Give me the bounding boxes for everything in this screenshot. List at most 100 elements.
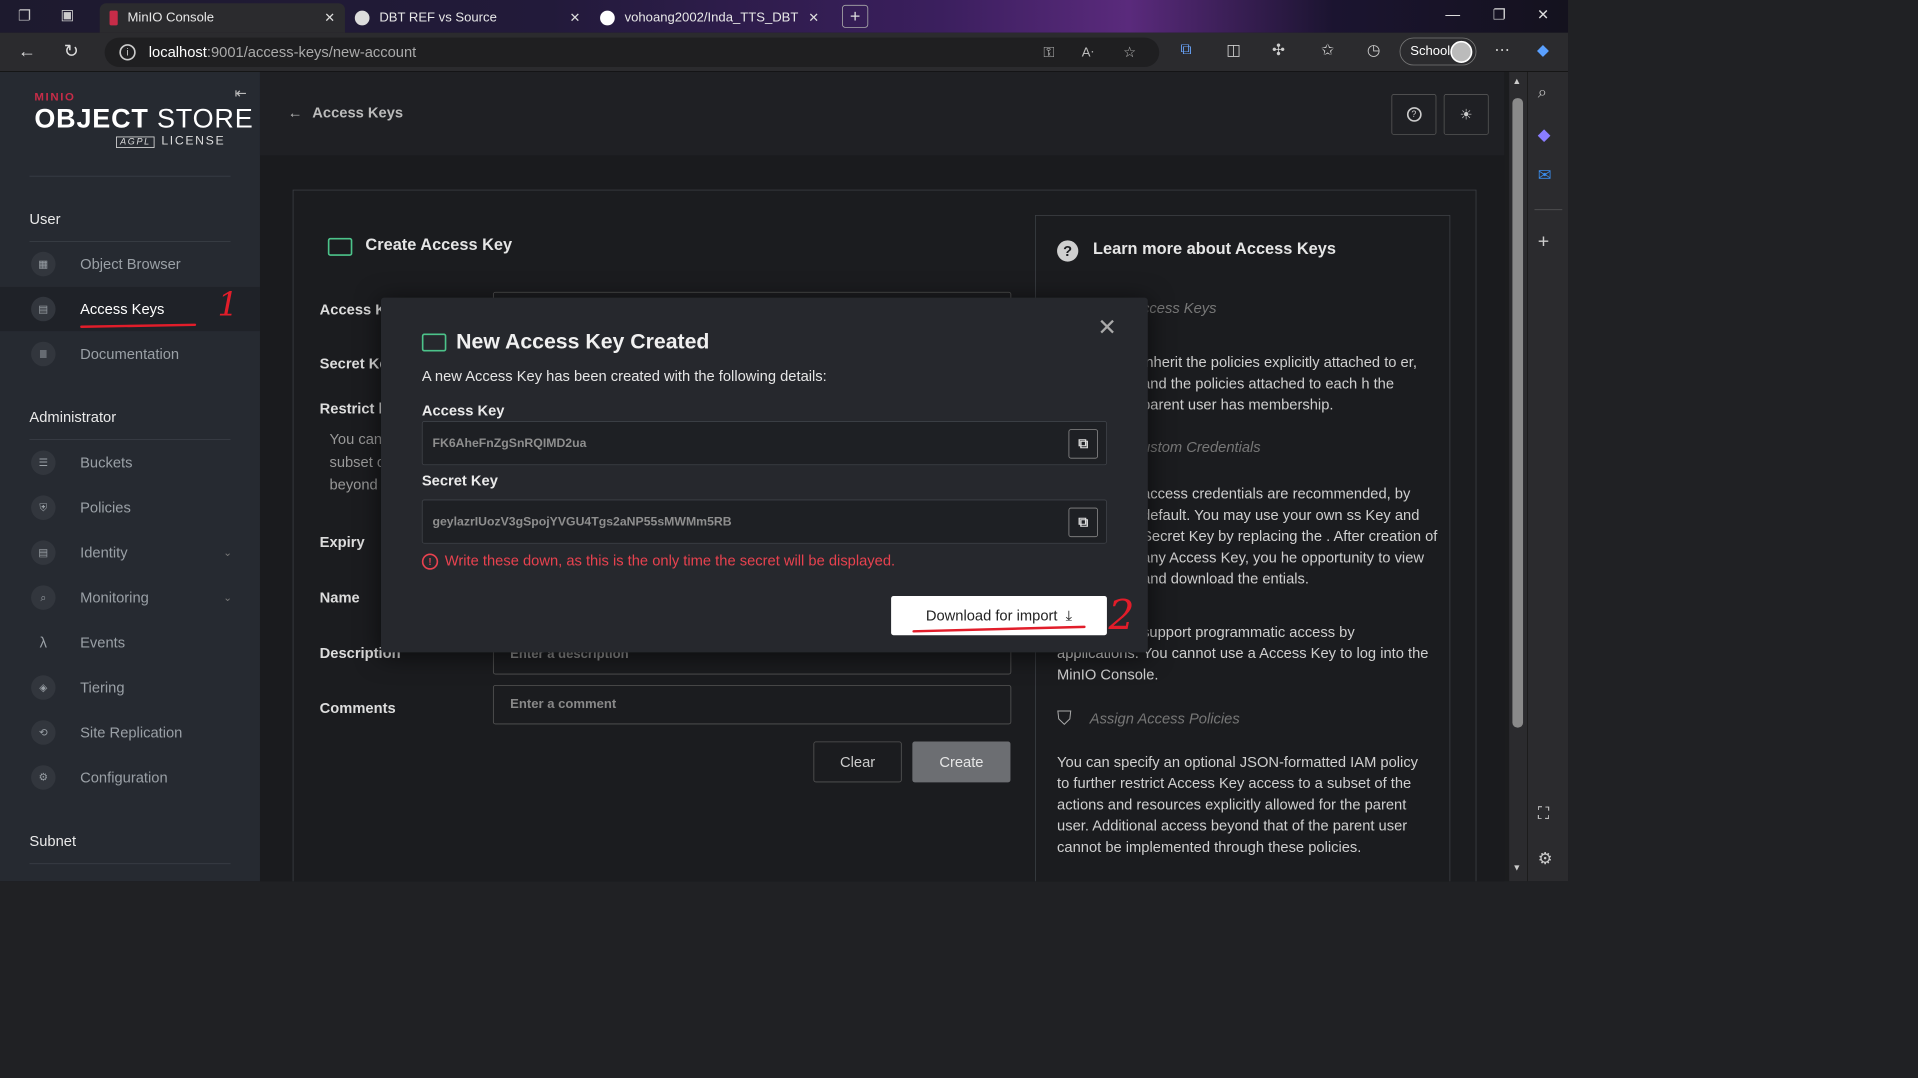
arrow-left-icon: ←: [287, 104, 303, 121]
scrollbar-thumb[interactable]: [1512, 98, 1524, 728]
close-tab-icon[interactable]: ✕: [324, 10, 335, 26]
sidebar-item-label: Configuration: [80, 768, 168, 786]
help-circle-icon: ?: [1406, 107, 1422, 122]
browser-sidebar: ⌕ ◆ ✉ + ⛶ ⚙: [1527, 71, 1569, 882]
sidebar-item-documentation[interactable]: ≣ Documentation: [0, 332, 260, 376]
logo-brand: MINIO: [34, 89, 76, 104]
sidebar-heading-user: User: [29, 210, 61, 228]
chevron-down-icon[interactable]: ⌄: [223, 591, 232, 604]
minimize-icon[interactable]: —: [1445, 7, 1460, 24]
gear-icon[interactable]: ⚙: [1538, 849, 1553, 869]
create-button[interactable]: Create: [912, 741, 1011, 783]
avatar: [1450, 40, 1473, 63]
back-to-access-keys[interactable]: ← Access Keys: [288, 105, 403, 122]
tab-title: DBT REF vs Source: [379, 10, 497, 25]
site-info-icon[interactable]: i: [119, 44, 136, 61]
monitoring-search-icon: ⌕: [31, 585, 56, 610]
copilot-sidebar-icon[interactable]: ◆: [1538, 124, 1551, 144]
logo-product-a: OBJECT: [34, 103, 149, 134]
download-label: Download for import: [925, 607, 1058, 624]
theme-toggle-button[interactable]: ☀: [1443, 94, 1489, 135]
tab-actions-icon[interactable]: ▣: [60, 7, 74, 24]
new-access-key-modal: ✕ New Access Key Created A new Access Ke…: [380, 297, 1148, 653]
reload-icon[interactable]: ↻: [64, 41, 79, 62]
sidebar-item-object-browser[interactable]: ▦ Object Browser: [0, 242, 260, 286]
sidebar-item-identity[interactable]: ▤ Identity ⌄: [0, 531, 260, 575]
scroll-up-icon[interactable]: ▲: [1512, 77, 1521, 87]
sidebar-item-label: Site Replication: [80, 723, 183, 741]
restrict-text: subset o: [329, 453, 386, 471]
page-header: ← Access Keys ? ☀: [259, 71, 1505, 156]
comments-input[interactable]: Enter a comment: [492, 685, 1012, 725]
url-field[interactable]: i localhost:9001/access-keys/new-account…: [104, 37, 1160, 68]
replication-icon: ⟲: [31, 720, 56, 745]
close-tab-icon[interactable]: ✕: [808, 10, 819, 26]
sun-icon: ☀: [1459, 105, 1473, 123]
workspaces-icon[interactable]: ❐: [18, 7, 31, 24]
secret-key-value: geylazrIUozV3gSpojYVGU4Tgs2aNP55sMWMm5RB: [432, 514, 732, 529]
url-host: localhost: [148, 43, 207, 61]
tab-minio-console[interactable]: MinIO Console ✕: [99, 3, 345, 33]
outlook-icon[interactable]: ✉: [1538, 165, 1552, 185]
clear-button[interactable]: Clear: [813, 741, 902, 783]
annotation-mark-1: 1: [217, 286, 239, 324]
reading-view-icon[interactable]: ◫: [1226, 41, 1241, 60]
help-button[interactable]: ?: [1391, 94, 1437, 135]
close-icon[interactable]: ✕: [1098, 314, 1117, 341]
policies-shield-icon: ⛨: [31, 495, 56, 520]
sidebar-item-site-replication[interactable]: ⟲ Site Replication: [0, 710, 260, 754]
search-icon[interactable]: ⌕: [1538, 83, 1547, 102]
comments-placeholder: Enter a comment: [510, 697, 617, 712]
gear-icon: ⚙: [31, 765, 56, 790]
sidebar-item-buckets[interactable]: ☰ Buckets: [0, 441, 260, 485]
help-paragraph: You can specify an optional JSON-formatt…: [1057, 753, 1419, 856]
sidebar-item-policies[interactable]: ⛨ Policies: [0, 486, 260, 530]
tab-dbt-ref[interactable]: DBT REF vs Source ✕: [345, 3, 590, 32]
access-key-field[interactable]: FK6AheFnZgSnRQIMD2ua ⧉: [421, 421, 1107, 466]
close-tab-icon[interactable]: ✕: [569, 10, 580, 26]
read-aloud-icon[interactable]: Aᐧ: [1082, 44, 1094, 60]
favorites-icon[interactable]: ✩: [1321, 41, 1334, 60]
sidebar-item-monitoring[interactable]: ⌕ Monitoring ⌄: [0, 576, 260, 620]
object-browser-icon: ▦: [31, 251, 56, 277]
github-favicon: [600, 10, 615, 26]
password-key-icon[interactable]: ⚿: [1043, 44, 1054, 61]
sidebar-item-tiering[interactable]: ◈ Tiering: [0, 665, 260, 709]
more-menu-icon[interactable]: ⋯: [1494, 41, 1510, 60]
chevron-down-icon[interactable]: ⌄: [223, 546, 232, 559]
sidebar-item-configuration[interactable]: ⚙ Configuration: [0, 755, 260, 799]
sidebar-item-events[interactable]: λ Events: [0, 620, 260, 664]
translate-icon[interactable]: ⧉: [1180, 41, 1191, 59]
sidebar-heading-administrator: Administrator: [29, 408, 117, 426]
help-title: Learn more about Access Keys: [1093, 240, 1336, 259]
modal-title: New Access Key Created: [456, 328, 710, 354]
access-key-label: Access K: [319, 301, 386, 319]
logo-product: OBJECT STORE: [34, 103, 253, 134]
profile-button[interactable]: School: [1399, 37, 1477, 66]
restore-icon[interactable]: ❐: [1493, 7, 1506, 24]
extensions-icon[interactable]: ✣: [1272, 41, 1285, 60]
collapse-sidebar-icon[interactable]: ⇤: [235, 85, 247, 102]
close-window-icon[interactable]: ✕: [1537, 7, 1549, 24]
sidebar-item-label: Access Keys: [80, 300, 165, 317]
favorite-star-icon[interactable]: ☆: [1123, 44, 1136, 61]
copy-icon[interactable]: ⧉: [1068, 429, 1098, 459]
tab-github[interactable]: vohoang2002/Inda_TTS_DBT ✕: [590, 3, 829, 32]
back-icon[interactable]: ←: [18, 41, 36, 62]
help-subheading: ccess Keys: [1142, 300, 1217, 317]
add-icon[interactable]: +: [1538, 231, 1549, 254]
chatgpt-favicon: [354, 10, 370, 26]
profile-label: School: [1410, 44, 1451, 59]
history-icon[interactable]: ◷: [1367, 41, 1381, 60]
secret-key-label: Secret Key: [421, 472, 498, 489]
sidebar-item-label: Buckets: [80, 454, 133, 471]
copy-icon[interactable]: ⧉: [1068, 507, 1098, 538]
new-tab-icon[interactable]: +: [842, 4, 869, 28]
scroll-down-icon[interactable]: ▼: [1512, 863, 1521, 873]
secret-key-field[interactable]: geylazrIUozV3gSpojYVGU4Tgs2aNP55sMWMm5RB…: [421, 499, 1107, 544]
copilot-icon[interactable]: ◆: [1537, 41, 1549, 60]
logo-license: AGPL LICENSE: [116, 134, 225, 148]
annotation-mark-2: 2: [1108, 591, 1135, 640]
secret-key-label: Secret Ke: [319, 355, 388, 372]
screenshot-icon[interactable]: ⛶: [1538, 804, 1549, 823]
